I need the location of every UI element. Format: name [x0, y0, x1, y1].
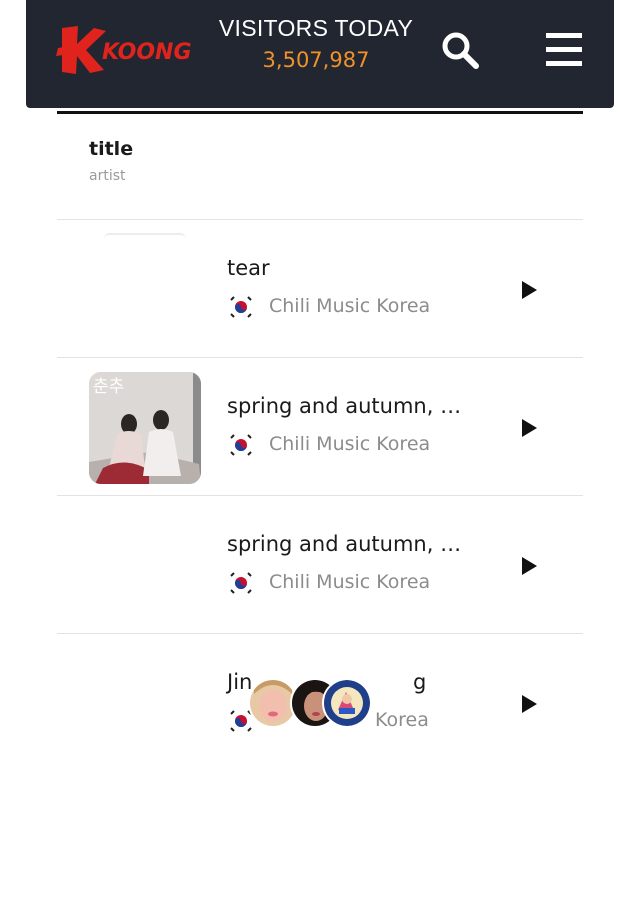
visitor-counter: VISITORS TODAY 3,507,987	[206, 15, 426, 72]
song-row[interactable]: tear Chili Music Korea	[57, 220, 583, 357]
south-korea-flag-icon	[230, 296, 252, 318]
top-rule	[57, 111, 583, 114]
song-row[interactable]: spring and autumn, … Chili Music Korea	[57, 496, 583, 633]
logo-text: KOONG	[102, 40, 192, 65]
site-header: KOONG VISITORS TODAY 3,507,987	[26, 0, 614, 108]
song-title[interactable]: spring and autumn, …	[227, 394, 461, 418]
play-icon[interactable]	[519, 418, 539, 438]
avatar[interactable]	[322, 678, 372, 728]
menu-icon[interactable]	[544, 30, 584, 70]
song-title[interactable]: spring and autumn, …	[227, 532, 461, 556]
koong-logo[interactable]: KOONG	[56, 24, 206, 76]
song-artist[interactable]: Chili Music Korea	[269, 433, 430, 455]
play-icon[interactable]	[519, 556, 539, 576]
list-column-header: title artist	[89, 138, 133, 184]
play-icon[interactable]	[519, 280, 539, 300]
song-artist[interactable]: Chili Music Korea	[269, 295, 430, 317]
visitors-label: VISITORS TODAY	[218, 15, 414, 41]
play-icon[interactable]	[519, 694, 539, 714]
visitors-count: 3,507,987	[262, 48, 370, 72]
column-title-label: title	[89, 138, 134, 160]
south-korea-flag-icon	[230, 572, 252, 594]
song-artist[interactable]: Korea	[375, 709, 429, 731]
song-row[interactable]: 춘추 spring and autumn, … Chili Music Kore…	[57, 358, 583, 495]
song-title-tail: g	[413, 670, 427, 694]
song-title[interactable]: tear	[227, 256, 270, 280]
song-title[interactable]: Jin	[227, 670, 252, 694]
south-korea-flag-icon	[230, 434, 252, 456]
album-thumb-text: 춘추	[93, 377, 124, 397]
column-artist-label: artist	[89, 168, 126, 184]
album-thumbnail[interactable]: 춘추	[89, 372, 201, 484]
search-icon[interactable]	[440, 30, 480, 70]
song-artist[interactable]: Chili Music Korea	[269, 571, 430, 593]
